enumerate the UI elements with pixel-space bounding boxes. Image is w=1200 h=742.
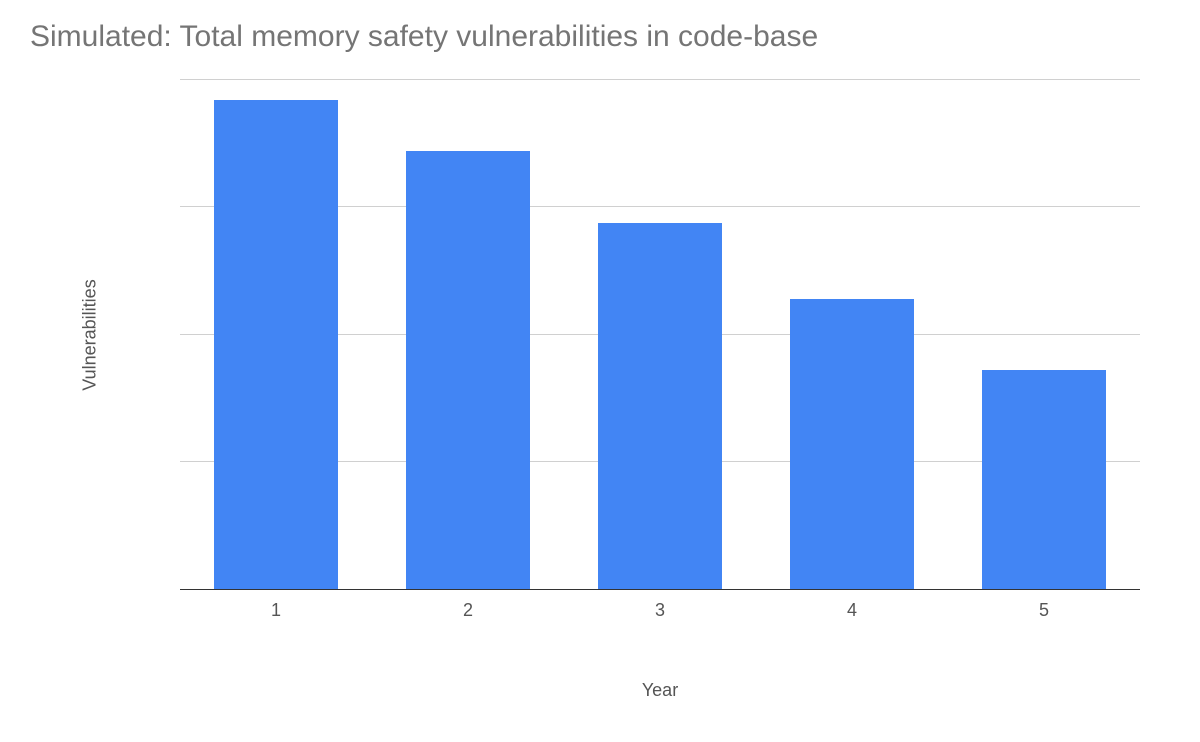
bar-slot <box>372 80 564 589</box>
x-ticks: 12345 <box>180 600 1140 621</box>
y-axis-label: Vulnerabilities <box>80 279 101 390</box>
bar-slot <box>756 80 948 589</box>
bars-group <box>180 80 1140 589</box>
bar <box>598 223 723 589</box>
plot-area <box>180 80 1140 590</box>
bar <box>214 100 339 589</box>
x-tick-label: 1 <box>180 600 372 621</box>
bar-slot <box>948 80 1140 589</box>
x-tick-label: 5 <box>948 600 1140 621</box>
bar <box>406 151 531 589</box>
bar-slot <box>180 80 372 589</box>
bar <box>790 299 915 589</box>
bar <box>982 370 1107 589</box>
x-axis-label: Year <box>60 680 1200 701</box>
x-tick-label: 4 <box>756 600 948 621</box>
chart-title: Simulated: Total memory safety vulnerabi… <box>30 20 818 54</box>
chart-container: Simulated: Total memory safety vulnerabi… <box>0 0 1200 742</box>
x-tick-label: 3 <box>564 600 756 621</box>
x-tick-label: 2 <box>372 600 564 621</box>
bar-slot <box>564 80 756 589</box>
